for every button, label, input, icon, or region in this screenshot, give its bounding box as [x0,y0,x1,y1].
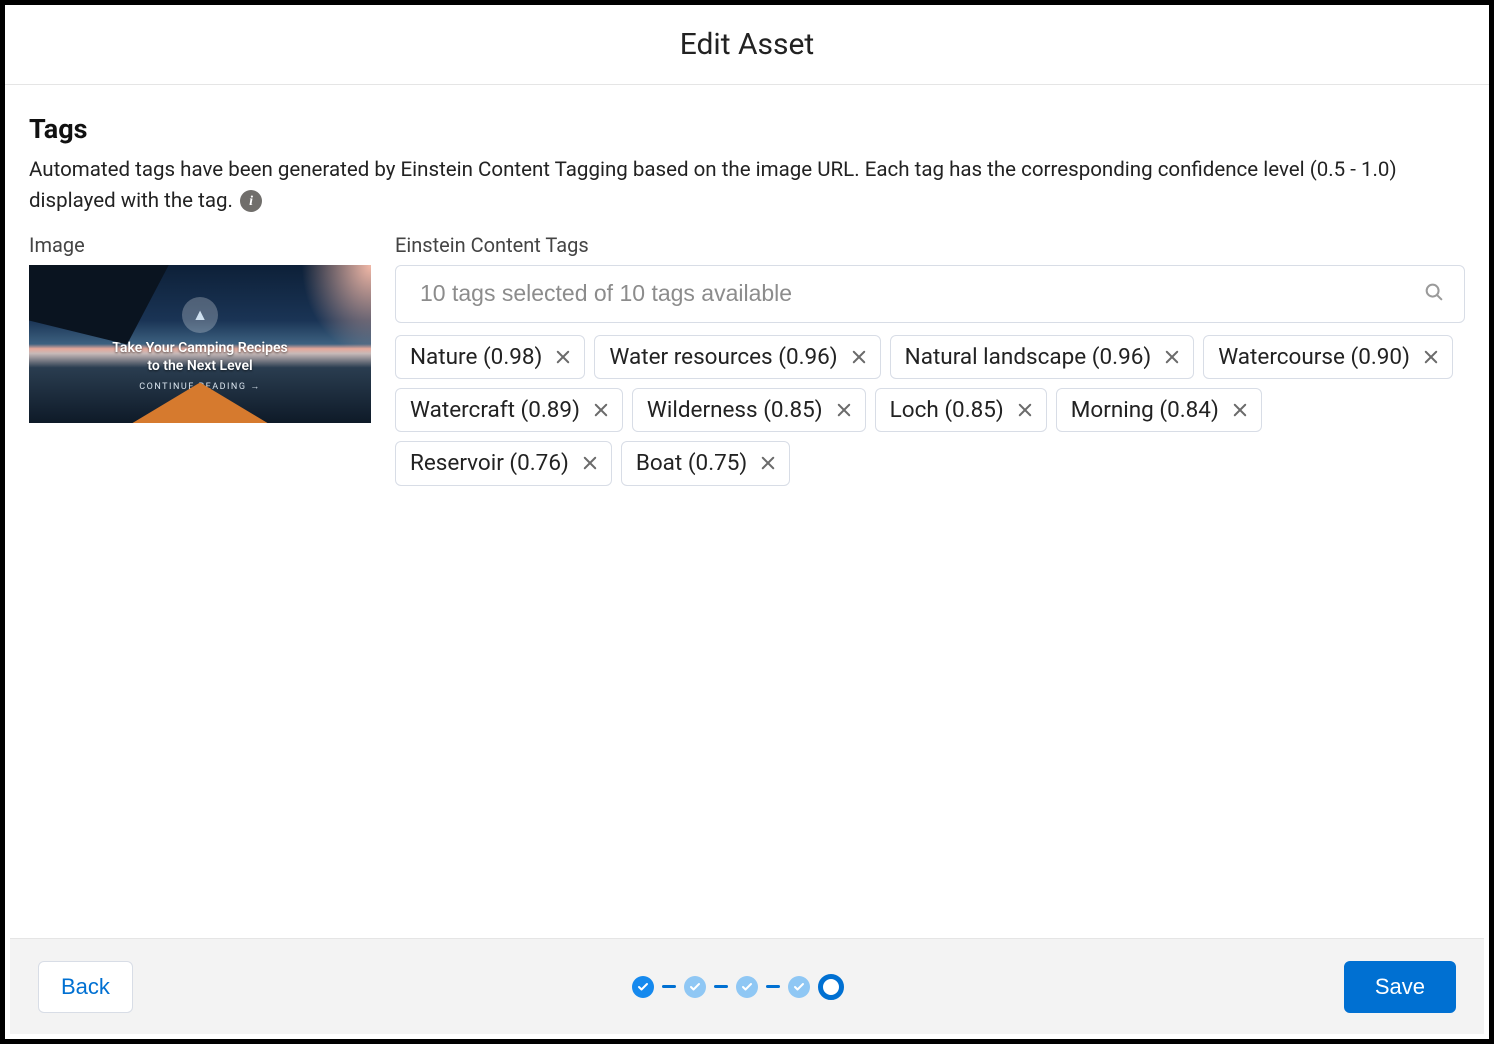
close-icon[interactable] [554,348,572,366]
step-separator [714,985,728,988]
close-icon[interactable] [592,401,610,419]
close-icon[interactable] [850,348,868,366]
tag-pill[interactable]: Reservoir (0.76) [395,441,612,485]
step-separator [766,985,780,988]
tag-pill[interactable]: Morning (0.84) [1056,388,1262,432]
step-1-complete-icon[interactable] [632,976,654,998]
tag-pill-label: Natural landscape (0.96) [905,342,1152,372]
close-icon[interactable] [1422,348,1440,366]
tag-pill-label: Nature (0.98) [410,342,542,372]
tag-pill[interactable]: Wilderness (0.85) [632,388,866,432]
tag-pill[interactable]: Natural landscape (0.96) [890,335,1195,379]
close-icon[interactable] [1016,401,1034,419]
tag-pill-container: Nature (0.98) Water resources (0.96) Natur… [395,335,1465,486]
modal-footer: Back Save [10,938,1484,1034]
section-title: Tags [29,113,1465,145]
tag-pill-label: Water resources (0.96) [609,342,837,372]
tag-pill[interactable]: Watercraft (0.89) [395,388,623,432]
modal-header: Edit Asset [5,5,1489,85]
modal-content: Tags Automated tags have been generated … [5,85,1489,506]
tag-pill[interactable]: Water resources (0.96) [594,335,880,379]
image-label: Image [29,233,371,257]
step-5-current-icon[interactable] [818,974,844,1000]
section-description: Automated tags have been generated by Ei… [29,155,1465,217]
step-4-complete-icon[interactable] [788,976,810,998]
tag-pill[interactable]: Watercourse (0.90) [1203,335,1453,379]
save-button[interactable]: Save [1344,961,1456,1013]
modal-title: Edit Asset [5,27,1489,62]
back-button[interactable]: Back [38,961,133,1013]
tag-pill-label: Watercraft (0.89) [410,395,580,425]
close-icon[interactable] [835,401,853,419]
tag-pill-label: Morning (0.84) [1071,395,1219,425]
thumbnail-caption-line2: to the Next Level [147,358,252,374]
info-icon[interactable]: i [240,190,262,212]
tag-pill[interactable]: Nature (0.98) [395,335,585,379]
tag-pill-label: Watercourse (0.90) [1218,342,1410,372]
close-icon[interactable] [581,454,599,472]
tag-pill[interactable]: Boat (0.75) [621,441,790,485]
thumbnail-caption: Take Your Camping Recipes to the Next Le… [29,339,371,377]
tag-pill-label: Boat (0.75) [636,448,747,478]
section-description-text: Automated tags have been generated by Ei… [29,158,1397,213]
step-separator [662,985,676,988]
tag-pill-label: Wilderness (0.85) [647,395,823,425]
thumbnail-badge-icon: ▲ [182,297,218,333]
tag-pill-label: Reservoir (0.76) [410,448,569,478]
tags-label: Einstein Content Tags [395,233,1465,257]
step-2-complete-icon[interactable] [684,976,706,998]
thumbnail-caption-line1: Take Your Camping Recipes [112,340,287,356]
search-icon [1423,281,1445,307]
step-3-complete-icon[interactable] [736,976,758,998]
step-indicator [632,974,844,1000]
close-icon[interactable] [1231,401,1249,419]
close-icon[interactable] [759,454,777,472]
tag-search-input[interactable] [395,265,1465,323]
asset-thumbnail[interactable]: ▲ Take Your Camping Recipes to the Next … [29,265,371,423]
close-icon[interactable] [1163,348,1181,366]
tag-pill[interactable]: Loch (0.85) [875,388,1047,432]
tag-pill-label: Loch (0.85) [890,395,1004,425]
